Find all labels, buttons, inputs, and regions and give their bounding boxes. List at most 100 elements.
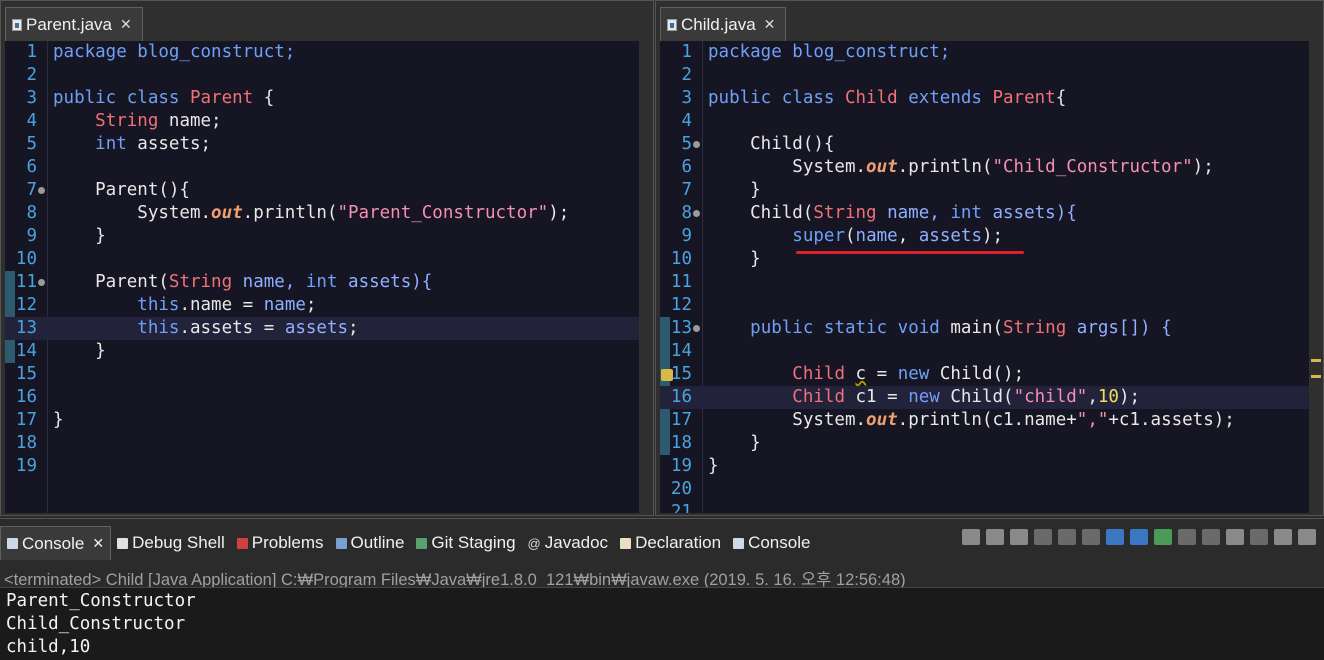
fold-icon[interactable] xyxy=(693,210,700,217)
tab-parent-java[interactable]: Parent.java ✕ xyxy=(5,7,143,41)
code-text: } xyxy=(708,456,719,476)
code-line-13: 13 public static void main(String args[]… xyxy=(660,317,1309,340)
tab-label: Git Staging xyxy=(431,533,516,552)
tab-git-staging[interactable]: Git Staging xyxy=(410,526,521,560)
remove-launch-icon[interactable] xyxy=(986,529,1004,545)
tab-problems[interactable]: Problems xyxy=(231,526,330,560)
line-number: 18 xyxy=(15,433,37,453)
tab-label: Javadoc xyxy=(544,533,609,552)
code-line-7: 7 } xyxy=(660,179,1309,202)
scroll-lock-icon[interactable] xyxy=(1058,529,1076,545)
close-icon[interactable]: ✕ xyxy=(120,16,132,33)
javadoc-icon: @ xyxy=(527,535,541,551)
code-line-19: 19} xyxy=(660,455,1309,478)
line-number: 2 xyxy=(26,65,37,85)
code-text: Parent(){ xyxy=(53,180,190,200)
line-number: 19 xyxy=(670,456,692,476)
console-toolbar xyxy=(962,529,1316,545)
open-console-icon[interactable] xyxy=(1226,529,1244,545)
overview-warning-mark[interactable] xyxy=(1311,359,1321,362)
line-number: 13 xyxy=(670,318,692,338)
code-text: System.out.println("Parent_Constructor")… xyxy=(53,203,570,223)
console-panel: Console ✕ Debug Shell Problems Outline G… xyxy=(0,518,1324,660)
line-number: 15 xyxy=(670,364,692,384)
tab-child-java[interactable]: Child.java ✕ xyxy=(660,7,787,41)
close-icon[interactable]: ✕ xyxy=(764,16,776,33)
tab-label: Declaration xyxy=(635,533,722,552)
right-editor-tabbar: Child.java ✕ xyxy=(656,1,1323,41)
line-number: 17 xyxy=(15,410,37,430)
code-line-13: 13 this.assets = assets; xyxy=(5,317,639,340)
close-icon[interactable]: ✕ xyxy=(92,535,104,552)
word-wrap-icon[interactable] xyxy=(1082,529,1100,545)
code-text: Child(){ xyxy=(708,134,835,154)
code-text: int assets; xyxy=(95,134,212,154)
pin-console-icon[interactable] xyxy=(1154,529,1172,545)
display-console-icon[interactable] xyxy=(1178,529,1196,545)
line-number: 14 xyxy=(670,341,692,361)
maximize-icon[interactable] xyxy=(1298,529,1316,545)
code-text: Child c1 = new Child("child",10); xyxy=(792,387,1141,407)
code-line-3: 3 public class Child extends Parent{ xyxy=(660,87,1309,110)
code-line-14: 14 xyxy=(660,340,1309,363)
debug-shell-icon xyxy=(117,537,129,549)
code-line-2: 2 xyxy=(5,64,639,87)
line-number: 1 xyxy=(26,42,37,62)
code-line-1: 1 package blog_construct; xyxy=(660,41,1309,64)
minimize-icon[interactable] xyxy=(1274,529,1292,545)
fold-icon[interactable] xyxy=(38,187,45,194)
clear-console-icon[interactable] xyxy=(1034,529,1052,545)
fold-icon[interactable] xyxy=(38,279,45,286)
console-icon xyxy=(7,538,18,549)
tab-console-2[interactable]: Console xyxy=(727,526,816,560)
line-number: 4 xyxy=(26,111,37,131)
show-on-stdout-icon[interactable] xyxy=(1106,529,1124,545)
code-area[interactable]: 1 package blog_construct; 2 3 public class… xyxy=(660,41,1309,513)
output-line: Child_Constructor xyxy=(6,614,186,634)
code-text: } xyxy=(708,249,761,269)
code-line-7: 7 Parent(){ xyxy=(5,179,639,202)
vertical-scrollbar[interactable] xyxy=(639,41,653,513)
tab-label: Child.java xyxy=(681,14,756,34)
tab-declaration[interactable]: Declaration xyxy=(614,526,727,560)
left-editor-tabbar: Parent.java ✕ xyxy=(1,1,653,41)
vertical-scrollbar[interactable] xyxy=(1309,41,1323,513)
fold-icon[interactable] xyxy=(693,325,700,332)
code-line-21: 21 xyxy=(660,501,1309,513)
tab-javadoc[interactable]: @ Javadoc xyxy=(522,526,615,560)
view-menu-icon[interactable] xyxy=(1250,529,1268,545)
tab-outline[interactable]: Outline xyxy=(330,526,411,560)
tab-label: Outline xyxy=(350,533,405,552)
outline-icon xyxy=(335,537,347,549)
line-number: 12 xyxy=(15,295,37,315)
code-line-4: 4 xyxy=(660,110,1309,133)
declaration-icon xyxy=(620,537,632,549)
code-line-19: 19 xyxy=(5,455,639,478)
console-output[interactable]: Parent_Constructor Child_Constructor chi… xyxy=(0,587,1324,660)
code-line-15: 15 xyxy=(5,363,639,386)
tab-console[interactable]: Console ✕ xyxy=(0,526,112,560)
fold-icon[interactable] xyxy=(693,141,700,148)
terminate-icon[interactable] xyxy=(962,529,980,545)
code-text: String name; xyxy=(95,111,222,131)
code-line-10: 10 xyxy=(5,248,639,271)
tab-label: Parent.java xyxy=(26,14,112,34)
code-text: Child c = new Child(); xyxy=(792,364,1025,384)
line-number: 9 xyxy=(26,226,37,246)
code-line-11: 11 xyxy=(660,271,1309,294)
code-text: Parent(String name, int assets){ xyxy=(53,272,433,292)
code-line-15: 15 Child c = new Child(); xyxy=(660,363,1309,386)
line-number: 6 xyxy=(681,157,692,177)
remove-all-terminated-icon[interactable] xyxy=(1010,529,1028,545)
code-area[interactable]: 1 package blog_construct; 2 3 public class… xyxy=(5,41,639,513)
code-text: package blog_construct; xyxy=(708,42,951,62)
line-number: 5 xyxy=(681,134,692,154)
line-number: 16 xyxy=(15,387,37,407)
tab-debug-shell[interactable]: Debug Shell xyxy=(111,526,231,560)
line-number: 7 xyxy=(681,180,692,200)
line-number: 13 xyxy=(15,318,37,338)
overview-warning-mark[interactable] xyxy=(1311,375,1321,378)
show-on-stderr-icon[interactable] xyxy=(1130,529,1148,545)
dropdown-icon[interactable] xyxy=(1202,529,1220,545)
line-number: 2 xyxy=(681,65,692,85)
